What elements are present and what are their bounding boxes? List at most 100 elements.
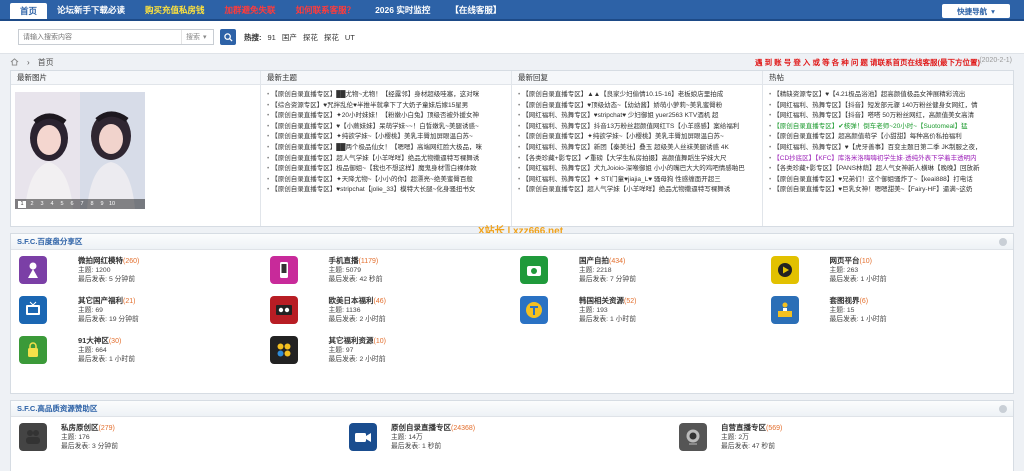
dots-icon[interactable] <box>269 336 298 364</box>
thread-link[interactable]: • 【原创自录直播专区】♥兄弟们！这个御姐骚炸了~【keai888】打电话 <box>769 175 1013 186</box>
thread-link[interactable]: • 【原创自录直播专区】♥【小蕨妹妹】呆萌学妹~~！白皙嫩乳~美腿诱惑~ <box>267 122 511 133</box>
slideshow-page[interactable]: 6 <box>68 201 76 208</box>
badge-t-icon[interactable] <box>520 296 548 324</box>
forum-last-post[interactable]: 最后发表: 47 秒前 <box>721 442 782 451</box>
hot-search-item[interactable]: UT <box>345 33 355 42</box>
nav-contact-support[interactable]: 如何联系客服？ <box>286 0 366 19</box>
forum-name[interactable]: 国产自拍 <box>579 256 609 265</box>
forum-item[interactable]: 原创自录直播专区(24368) 主题: 14万 最后发表: 1 秒前 <box>341 417 671 457</box>
slideshow-page[interactable]: 1 <box>18 200 26 208</box>
thread-link[interactable]: • 【网红福利、热舞专区】♥【虎牙善事】百变主题日第二季 JK制服之夜， <box>769 143 1013 154</box>
thread-link[interactable]: • 【原创自录直播专区】♥stripchat【jolie_33】模特大长腿~化身骚… <box>267 185 511 196</box>
forum-name[interactable]: 其它福利资源 <box>329 336 374 345</box>
forum-last-post[interactable]: 最后发表: 1 小时前 <box>830 275 887 284</box>
nav-monitor[interactable]: 2026 实时监控 <box>365 0 440 19</box>
forum-last-post[interactable]: 最后发表: 1 小时前 <box>830 315 887 324</box>
forum-name[interactable]: 手机直播 <box>329 256 359 265</box>
tv-icon[interactable] <box>19 296 47 324</box>
lock-icon[interactable] <box>19 336 47 364</box>
thread-link[interactable]: • 【原创自录直播专区】✔核弹！倒车老师~20小时~【Suotomeal】猛 <box>769 122 1013 133</box>
forum-last-post[interactable]: 最后发表: 1 秒前 <box>391 442 475 451</box>
forum-last-post[interactable]: 最后发表: 19 分钟前 <box>78 315 139 324</box>
forum-last-post[interactable]: 最后发表: 1 小时前 <box>78 355 135 364</box>
forum-item[interactable]: 国产自拍(434) 主题: 2218 最后发表: 7 分钟前 <box>512 250 763 290</box>
forum-name[interactable]: 其它国产福利 <box>78 296 123 305</box>
thread-link[interactable]: • 【综合资源专区】♥咒拌乱伦♥半推半就拿下了大奶子童妹后嫁15星男 <box>267 101 511 112</box>
phone-live-icon[interactable] <box>269 256 298 284</box>
forum-item[interactable]: 网页平台(10) 主题: 263 最后发表: 1 小时前 <box>763 250 1014 290</box>
forum-last-post[interactable]: 最后发表: 2 小时前 <box>329 355 386 364</box>
thread-link[interactable]: • 【原创自录直播专区】██尤物~尤物！【经露邻】身材超级哇塞，这对咪 <box>267 90 511 101</box>
thread-link[interactable]: • 【原创自录直播专区】✦天降尤物~【小小的你】超漂亮~绝美蜜臀百般 <box>267 175 511 186</box>
forum-name[interactable]: 自营直播专区 <box>721 423 766 432</box>
nav-join-group[interactable]: 加群避免失联 <box>215 0 286 19</box>
forum-item[interactable]: 91大神区(30) 主题: 664 最后发表: 1 小时前 <box>11 330 262 370</box>
quick-nav-button[interactable]: 快捷导航 ▾ <box>942 4 1010 18</box>
thread-link[interactable]: • 【网红福利、热舞专区】【抖音】嗒嗒 50万粉丝网红，高颜值美女高清 <box>769 111 1013 122</box>
forum-item[interactable]: 手机直播(1179) 主题: 5079 最后发表: 42 秒前 <box>262 250 513 290</box>
video-cam-icon[interactable] <box>349 423 377 451</box>
hot-search-item[interactable]: 探花 <box>324 32 339 43</box>
forum-last-post[interactable]: 最后发表: 2 小时前 <box>329 315 386 324</box>
webcam-icon[interactable] <box>679 423 707 451</box>
thread-link[interactable]: • 【原创自录直播专区】超高颜值萌学【小甜甜】每种高价私拍福利 <box>769 132 1013 143</box>
slideshow-page[interactable]: 9 <box>98 201 106 208</box>
thread-link[interactable]: • 【原创自录直播专区】♥顶级幼态~【幼幼酱】娇萌小萝莉~美乳蜜臀粉 <box>518 101 762 112</box>
thread-link[interactable]: • 【网红福利、热舞专区】✦ STI门童♥jiajia_L♥ 骚母狗 性感缠面开超… <box>518 175 762 186</box>
thread-link[interactable]: • 【原创自录直播专区】✦纯欲学妹~【小樱桃】美乳丰臀加屏眼温白苏~ <box>267 132 511 143</box>
nav-recharge[interactable]: 购买充值私房钱 <box>135 0 215 19</box>
home-icon[interactable] <box>10 58 19 66</box>
thread-link[interactable]: • 【各类珍藏+影专区】【PANS林荫】超人气女神新人横琳【晚晚】回放新 <box>769 164 1013 175</box>
thread-link[interactable]: • 【网红福利、热舞专区】抖音13万粉丝超颜值网红TS【小羊感感】案给福利 <box>518 122 762 133</box>
forum-item[interactable]: 套图视界(6) 主题: 15 最后发表: 1 小时前 <box>763 290 1014 330</box>
hot-search-item[interactable]: 国产 <box>282 32 297 43</box>
forum-last-post[interactable]: 最后发表: 42 秒前 <box>329 275 383 284</box>
camera-icon[interactable] <box>520 256 548 284</box>
forum-item[interactable]: 自营直播专区(569) 主题: 2万 最后发表: 47 秒前 <box>671 417 1013 457</box>
thread-link[interactable]: • 【原创自录直播专区】超人气学妹【小羊咩咩】绝品尤物撒逼特写裸舞诱 <box>267 154 511 165</box>
thread-link[interactable]: • 【原创自录直播专区】▲▲【良家少妇偷情10.15-16】老板娘店里拍成 <box>518 90 762 101</box>
thread-link[interactable]: • 【网红福利、热舞专区】♥stripchat♥ 少妇御姐 yuer2563 KT… <box>518 111 762 122</box>
slideshow-page[interactable]: 4 <box>48 201 56 208</box>
forum-item[interactable]: 韩国相关资源(52) 主题: 193 最后发表: 1 小时前 <box>512 290 763 330</box>
thread-link[interactable]: • 【网红福利、热舞专区】【抖音】短发部元骤 140万粉丝健身女网红，情 <box>769 101 1013 112</box>
slideshow-page[interactable]: 7 <box>78 201 86 208</box>
forum-item[interactable]: 欧美日本福利(46) 主题: 1136 最后发表: 2 小时前 <box>262 290 513 330</box>
thread-link[interactable]: • 【原创自录直播专区】✦纯欲学妹~【小樱桃】美乳丰臀加屏眼温白苏~ <box>518 132 762 143</box>
thread-link[interactable]: • 【网红福利、热舞专区】新团【秦美壮】叠玉 超级美人丝袜美腿诱惑 4K <box>518 143 762 154</box>
forum-name[interactable]: 私房原创区 <box>61 423 99 432</box>
thread-link[interactable]: • 【CD抄底区】【KFC】库洛米洛嗨嗨初学生妹·透纯外表下学着丰透明内 <box>769 154 1013 165</box>
thread-link[interactable]: • 【原创自录直播专区】██两个极品仙女！【嗯嗯】高端网红脸大极品，咪 <box>267 143 511 154</box>
thread-link[interactable]: • 【精缺资源专区】♥【4.21极品浴池】超高颜值极品女神展精彩流出 <box>769 90 1013 101</box>
forum-name[interactable]: 套图视界 <box>830 296 860 305</box>
search-input[interactable] <box>19 30 181 44</box>
forum-item[interactable]: 其它国产福利(21) 主题: 69 最后发表: 19 分钟前 <box>11 290 262 330</box>
forum-last-post[interactable]: 最后发表: 1 小时前 <box>579 315 636 324</box>
collapse-icon[interactable] <box>999 238 1007 246</box>
play-icon[interactable] <box>770 256 799 284</box>
nav-home[interactable]: 首页 <box>10 3 48 19</box>
slideshow-page[interactable]: 10 <box>108 201 116 208</box>
forum-name[interactable]: 韩国相关资源 <box>579 296 624 305</box>
slideshow-page[interactable]: 8 <box>88 201 96 208</box>
thread-link[interactable]: • 【原创自录直播专区】超人气学妹【小羊咩咩】绝品尤物撒逼特写裸舞诱 <box>518 185 762 196</box>
notice-link[interactable]: 遇 到 账 号 登 入 或 等 各 种 问 题 请联系首页在线客服(最下方位置) <box>755 57 980 68</box>
search-type-select[interactable]: 搜索 ▾ <box>181 30 207 44</box>
tape-icon[interactable] <box>269 296 298 324</box>
doll-icon[interactable] <box>19 256 47 284</box>
thread-link[interactable]: • 【原创自录直播专区】✦20小时妹妹！【粉嫩小白兔】顶级否被外援女神 <box>267 111 511 122</box>
forum-name[interactable]: 原创自录直播专区 <box>391 423 451 432</box>
thread-link[interactable]: • 【原创自录直播专区】♥巨乳女神！嗯嗯甜美~【Fairy-HF】逼满~这奶 <box>769 185 1013 196</box>
forum-name[interactable]: 欧美日本福利 <box>329 296 374 305</box>
forum-item[interactable]: 微拍网红模特(260) 主题: 1200 最后发表: 5 分钟前 <box>11 250 262 290</box>
slideshow-page[interactable]: 2 <box>28 201 36 208</box>
slideshow-page[interactable]: 3 <box>38 201 46 208</box>
forum-name[interactable]: 网页平台 <box>830 256 860 265</box>
forum-name[interactable]: 微拍网红模特 <box>78 256 123 265</box>
hot-search-item[interactable]: 91 <box>268 33 276 42</box>
nav-online-support[interactable]: 【在线客服】 <box>440 0 511 19</box>
hot-search-item[interactable]: 探花 <box>303 32 318 43</box>
thread-link[interactable]: • 【原创自录直播专区】极品御姐~【我也不想这样】魔鬼身材雪白裸体致 <box>267 164 511 175</box>
forum-last-post[interactable]: 最后发表: 5 分钟前 <box>78 275 139 284</box>
slideshow-page[interactable]: 5 <box>58 201 66 208</box>
